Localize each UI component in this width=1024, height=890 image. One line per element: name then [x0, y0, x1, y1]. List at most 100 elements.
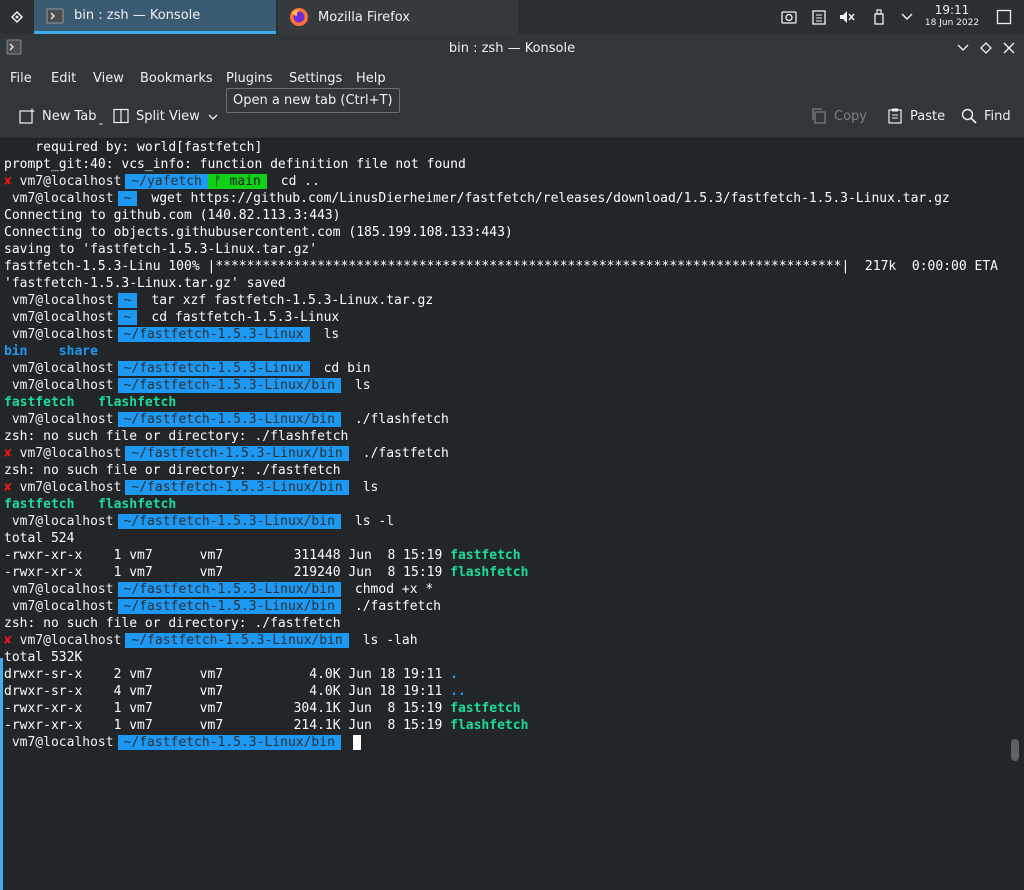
error-mark: ✘	[4, 174, 12, 189]
terminal-cursor	[352, 735, 361, 750]
prompt-dir: ~/fastfetch-1.5.3-Linux/bin	[117, 412, 341, 427]
terminal-line: required by: world[fastfetch]	[4, 140, 263, 155]
paste-label: Paste	[910, 108, 946, 124]
maximize-button[interactable]	[977, 39, 995, 57]
prompt-dir: ~/yafetch	[125, 174, 208, 189]
chevron-down-icon[interactable]	[208, 109, 218, 124]
prompt-dir: ~/fastfetch-1.5.3-Linux/bin	[117, 378, 341, 393]
clipboard-icon[interactable]	[808, 0, 830, 34]
terminal-line: -rwxr-xr-x 1 vm7 vm7 219240 Jun 8 15:19 …	[4, 565, 529, 580]
terminal-line: -rwxr-xr-x 1 vm7 vm7 304.1K Jun 8 15:19 …	[4, 701, 521, 716]
close-button[interactable]	[1000, 39, 1018, 57]
terminal-line: fastfetch flashfetch	[4, 497, 177, 512]
find-button[interactable]: Find	[960, 104, 1011, 128]
copy-button[interactable]: Copy	[810, 104, 867, 128]
application-launcher-icon[interactable]	[0, 0, 34, 34]
prompt-line: ✘ vm7@localhost ~/fastfetch-1.5.3-Linux/b…	[4, 480, 379, 495]
terminal-line: fastfetch-1.5.3-Linu 100% |*************…	[4, 259, 998, 274]
terminal-line: -rwxr-xr-x 1 vm7 vm7 214.1K Jun 8 15:19 …	[4, 718, 529, 733]
volume-muted-icon[interactable]	[836, 0, 858, 34]
task-konsole[interactable]: bin : zsh — Konsole	[34, 0, 276, 34]
prompt-dir: ~/fastfetch-1.5.3-Linux/bin	[117, 582, 341, 597]
prompt-dir: ~/fastfetch-1.5.3-Linux/bin	[117, 514, 341, 529]
show-desktop-icon[interactable]	[992, 0, 1016, 34]
terminal-line: Connecting to objects.githubusercontent.…	[4, 225, 513, 240]
prompt-dir: ~/fastfetch-1.5.3-Linux/bin	[117, 599, 341, 614]
window-title: bin : zsh — Konsole	[448, 41, 576, 56]
menu-edit[interactable]: Edit	[51, 71, 76, 86]
minimize-button[interactable]	[954, 39, 972, 57]
task-firefox-label: Mozilla Firefox	[318, 9, 410, 25]
clock-date: 18 Jun 2022	[924, 18, 980, 28]
error-mark: ✘	[4, 633, 12, 648]
prompt-line: vm7@localhost ~ cd fastfetch-1.5.3-Linux	[11, 310, 340, 325]
prompt-line: vm7@localhost ~/fastfetch-1.5.3-Linux/bin	[4, 734, 998, 751]
split-view-button[interactable]: Split View	[112, 104, 218, 128]
error-mark: ✘	[4, 446, 12, 461]
terminal-line: -rwxr-xr-x 1 vm7 vm7 311448 Jun 8 15:19 …	[4, 548, 521, 563]
prompt-line: ✘ vm7@localhost ~/fastfetch-1.5.3-Linux/b…	[4, 633, 418, 648]
prompt-line: vm7@localhost ~/fastfetch-1.5.3-Linux/bin…	[11, 599, 441, 614]
toolbar: New Tab ⌄ Split View Copy Paste Find	[0, 94, 1024, 139]
paste-button[interactable]: Paste	[886, 104, 945, 128]
window-titlebar[interactable]: bin : zsh — Konsole	[0, 34, 1024, 62]
new-tab-tooltip: Open a new tab (Ctrl+T)	[226, 88, 400, 113]
terminal-output: required by: world[fastfetch] prompt_git…	[4, 139, 998, 751]
prompt-dir: ~/fastfetch-1.5.3-Linux	[117, 361, 310, 376]
terminal-line: bin share	[4, 344, 98, 359]
clock-time: 19:11	[934, 3, 970, 17]
firefox-icon	[288, 6, 310, 28]
prompt-line: ✘ vm7@localhost ~/fastfetch-1.5.3-Linux/b…	[4, 446, 449, 461]
paste-icon	[886, 107, 904, 125]
prompt-line: vm7@localhost ~/fastfetch-1.5.3-Linux/bin…	[11, 514, 395, 529]
new-tab-button[interactable]: New Tab ⌄	[18, 104, 104, 128]
terminal-line: saving to 'fastfetch-1.5.3-Linux.tar.gz'	[4, 242, 318, 257]
prompt-dir: ~/fastfetch-1.5.3-Linux	[117, 327, 310, 342]
terminal-view[interactable]: required by: world[fastfetch] prompt_git…	[0, 139, 1006, 890]
scrollbar-thumb[interactable]	[1011, 739, 1019, 761]
menu-view[interactable]: View	[93, 71, 124, 86]
terminal-line: drwxr-sr-x 4 vm7 vm7 4.0K Jun 18 19:11 .…	[4, 684, 466, 699]
prompt-line: vm7@localhost ~/fastfetch-1.5.3-Linux/bin…	[11, 582, 434, 597]
terminal-line: drwxr-sr-x 2 vm7 vm7 4.0K Jun 18 19:11 .	[4, 667, 458, 682]
new-tab-dropdown-icon[interactable]: ⌄	[98, 118, 105, 127]
prompt-line: vm7@localhost ~/fastfetch-1.5.3-Linux/bin…	[11, 378, 371, 393]
menu-file[interactable]: File	[10, 71, 32, 86]
terminal-line: Connecting to github.com (140.82.113.3:4…	[4, 208, 341, 223]
split-view-icon	[112, 107, 130, 125]
terminal-line: zsh: no such file or directory: ./flashf…	[4, 429, 349, 444]
prompt-dir: ~/fastfetch-1.5.3-Linux/bin	[125, 480, 349, 495]
split-view-label: Split View	[136, 108, 200, 124]
removable-device-icon[interactable]	[868, 0, 890, 34]
prompt-dir: ~	[117, 310, 138, 325]
error-mark: ✘	[4, 480, 12, 495]
prompt-line: vm7@localhost ~/fastfetch-1.5.3-Linux cd b…	[11, 361, 371, 376]
prompt-line: vm7@localhost ~/fastfetch-1.5.3-Linux/bin…	[11, 412, 449, 427]
menu-help[interactable]: Help	[356, 71, 386, 86]
terminal-line: zsh: no such file or directory: ./fastfe…	[4, 616, 341, 631]
task-firefox[interactable]: Mozilla Firefox	[278, 0, 518, 34]
copy-icon	[810, 107, 828, 125]
task-konsole-label: bin : zsh — Konsole	[74, 8, 201, 23]
prompt-dir: ~/fastfetch-1.5.3-Linux/bin	[117, 735, 341, 750]
prompt-line: vm7@localhost ~/fastfetch-1.5.3-Linux ls	[11, 327, 340, 342]
prompt-dir: ~/fastfetch-1.5.3-Linux/bin	[125, 633, 349, 648]
menu-plugins[interactable]: Plugins	[226, 71, 273, 86]
prompt-git: ᚠ main	[207, 174, 267, 189]
chevron-down-icon[interactable]	[896, 0, 918, 34]
terminal-line: fastfetch flashfetch	[4, 395, 177, 410]
prompt-line: ✘ vm7@localhost ~/yafetch ᚠ main cd ..	[4, 174, 320, 189]
clock[interactable]: 19:11 18 Jun 2022	[918, 3, 986, 29]
terminal-line: 'fastfetch-1.5.3-Linux.tar.gz' saved	[4, 276, 286, 291]
konsole-icon	[44, 5, 66, 27]
terminal-line: total 532K	[4, 650, 83, 665]
prompt-dir: ~/fastfetch-1.5.3-Linux/bin	[125, 446, 349, 461]
screenshot-icon[interactable]	[778, 0, 800, 34]
find-label: Find	[984, 108, 1011, 124]
terminal-scrollbar[interactable]	[1006, 139, 1024, 768]
menu-settings[interactable]: Settings	[289, 71, 342, 86]
menu-bar: File Edit View Bookmarks Plugins Setting…	[0, 62, 1024, 94]
search-icon	[960, 107, 978, 125]
prompt-dir: ~	[117, 293, 138, 308]
menu-bookmarks[interactable]: Bookmarks	[140, 71, 213, 86]
